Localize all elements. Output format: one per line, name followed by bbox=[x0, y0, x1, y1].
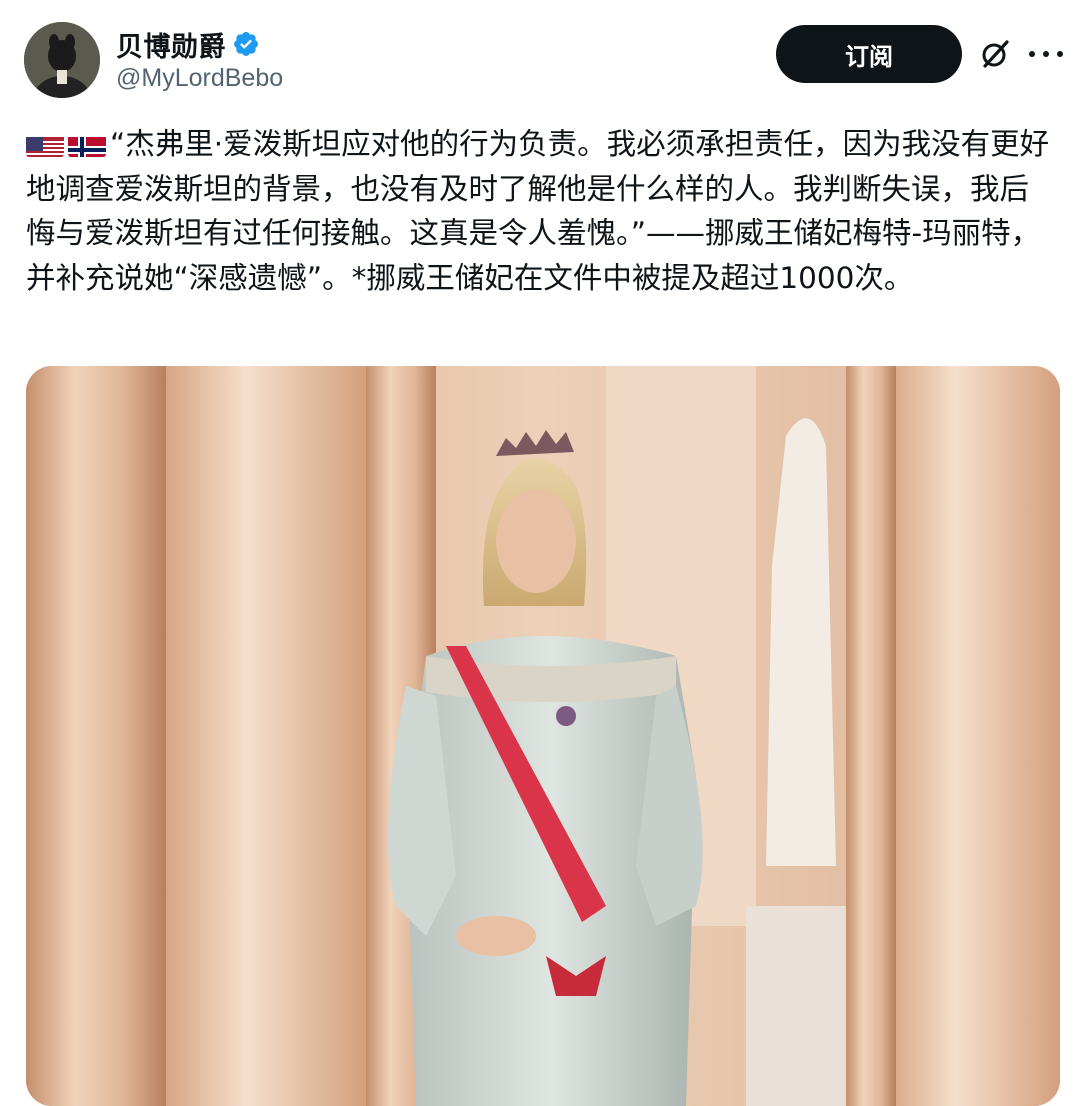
display-name[interactable]: 贝博勋爵 bbox=[116, 25, 226, 64]
us-flag-icon bbox=[26, 131, 64, 157]
verified-badge-icon bbox=[234, 32, 258, 56]
display-name-row: 贝博勋爵 bbox=[116, 25, 283, 64]
author-names: 贝博勋爵 @MyLordBebo bbox=[116, 26, 283, 93]
portrait-photo bbox=[26, 366, 1060, 1106]
user-handle[interactable]: @MyLordBebo bbox=[116, 64, 283, 93]
dot bbox=[1043, 51, 1049, 57]
dot bbox=[1057, 51, 1063, 57]
tweet-text-content: “杰弗里·爱泼斯坦应对他的行为负责。我必须承担责任，因为我没有更好地调查爱泼斯坦… bbox=[26, 127, 1050, 295]
tweet-image[interactable] bbox=[26, 366, 1060, 1106]
more-options-icon[interactable] bbox=[1029, 38, 1063, 70]
avatar[interactable] bbox=[24, 22, 100, 98]
subscribe-button[interactable]: 订阅 bbox=[776, 25, 962, 83]
avatar-icon bbox=[24, 22, 100, 98]
tweet-card: 贝博勋爵 @MyLordBebo 订阅 “杰弗里·爱泼斯坦应对他的行为负责。我必… bbox=[0, 0, 1080, 1106]
tweet-header: 贝博勋爵 @MyLordBebo 订阅 bbox=[24, 22, 1063, 102]
tweet-text: “杰弗里·爱泼斯坦应对他的行为负责。我必须承担责任，因为我没有更好地调查爱泼斯坦… bbox=[26, 122, 1056, 300]
norway-flag-icon bbox=[68, 131, 106, 157]
grok-icon[interactable] bbox=[979, 38, 1011, 70]
dot bbox=[1029, 51, 1035, 57]
